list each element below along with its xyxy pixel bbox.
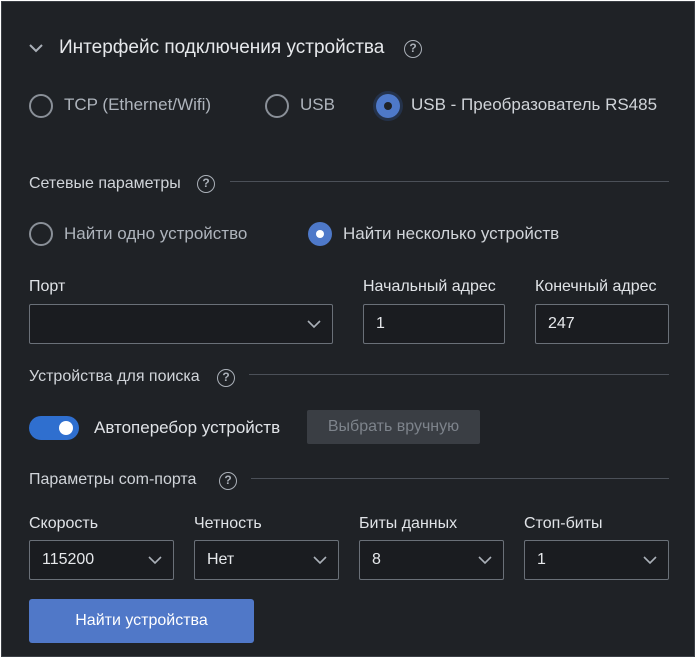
divider xyxy=(230,181,669,182)
chevron-down-icon xyxy=(478,556,492,565)
port-select[interactable] xyxy=(29,304,333,344)
com-port-section-title: Параметры com-порта xyxy=(29,471,197,488)
question-circle-icon[interactable]: ? xyxy=(219,472,237,490)
end-address-input[interactable]: 247 xyxy=(535,304,669,344)
radio-find-one[interactable] xyxy=(29,222,53,246)
manual-select-button[interactable]: Выбрать вручную xyxy=(307,410,480,444)
section-header-title[interactable]: Интерфейс подключения устройства xyxy=(59,37,384,59)
find-devices-button[interactable]: Найти устройства xyxy=(29,599,254,643)
auto-search-toggle[interactable] xyxy=(29,416,79,440)
data-bits-select[interactable]: 8 xyxy=(359,540,504,580)
radio-find-multiple-label[interactable]: Найти несколько устройств xyxy=(343,224,559,244)
chevron-down-icon xyxy=(643,556,657,565)
data-bits-label: Биты данных xyxy=(359,515,458,532)
parity-label: Четность xyxy=(194,515,262,532)
port-label: Порт xyxy=(29,278,66,295)
chevron-down-icon xyxy=(148,556,162,565)
radio-usb-rs485-label[interactable]: USB - Преобразователь RS485 xyxy=(411,95,657,115)
divider xyxy=(251,478,669,479)
start-address-value: 1 xyxy=(376,315,385,332)
auto-search-label: Автоперебор устройств xyxy=(94,418,281,437)
radio-tcp[interactable] xyxy=(29,94,53,118)
data-bits-value: 8 xyxy=(372,551,381,568)
chevron-down-icon[interactable] xyxy=(28,40,44,56)
radio-usb[interactable] xyxy=(265,94,289,118)
network-section-title: Сетевые параметры xyxy=(29,175,181,192)
parity-select[interactable]: Нет xyxy=(194,540,339,580)
devices-section-title: Устройства для поиска xyxy=(29,368,200,385)
stop-bits-label: Стоп-биты xyxy=(524,515,603,532)
radio-find-one-label[interactable]: Найти одно устройство xyxy=(64,224,247,244)
parity-value: Нет xyxy=(207,551,235,568)
end-address-label: Конечный адрес xyxy=(535,278,657,295)
radio-usb-rs485[interactable] xyxy=(376,94,400,118)
speed-select[interactable]: 115200 xyxy=(29,540,174,580)
speed-value: 115200 xyxy=(42,551,95,568)
speed-label: Скорость xyxy=(29,515,99,532)
stop-bits-value: 1 xyxy=(537,551,546,568)
radio-usb-label[interactable]: USB xyxy=(300,95,335,115)
start-address-label: Начальный адрес xyxy=(363,278,496,295)
radio-find-multiple[interactable] xyxy=(308,222,332,246)
radio-tcp-label[interactable]: TCP (Ethernet/Wifi) xyxy=(64,95,211,115)
connection-panel: Интерфейс подключения устройства ? TCP (… xyxy=(1,1,695,657)
question-circle-icon[interactable]: ? xyxy=(404,40,422,58)
question-circle-icon[interactable]: ? xyxy=(217,369,235,387)
chevron-down-icon xyxy=(307,320,321,329)
end-address-value: 247 xyxy=(548,315,575,332)
stop-bits-select[interactable]: 1 xyxy=(524,540,669,580)
question-circle-icon[interactable]: ? xyxy=(197,175,215,193)
start-address-input[interactable]: 1 xyxy=(363,304,505,344)
chevron-down-icon xyxy=(313,556,327,565)
divider xyxy=(249,374,669,375)
